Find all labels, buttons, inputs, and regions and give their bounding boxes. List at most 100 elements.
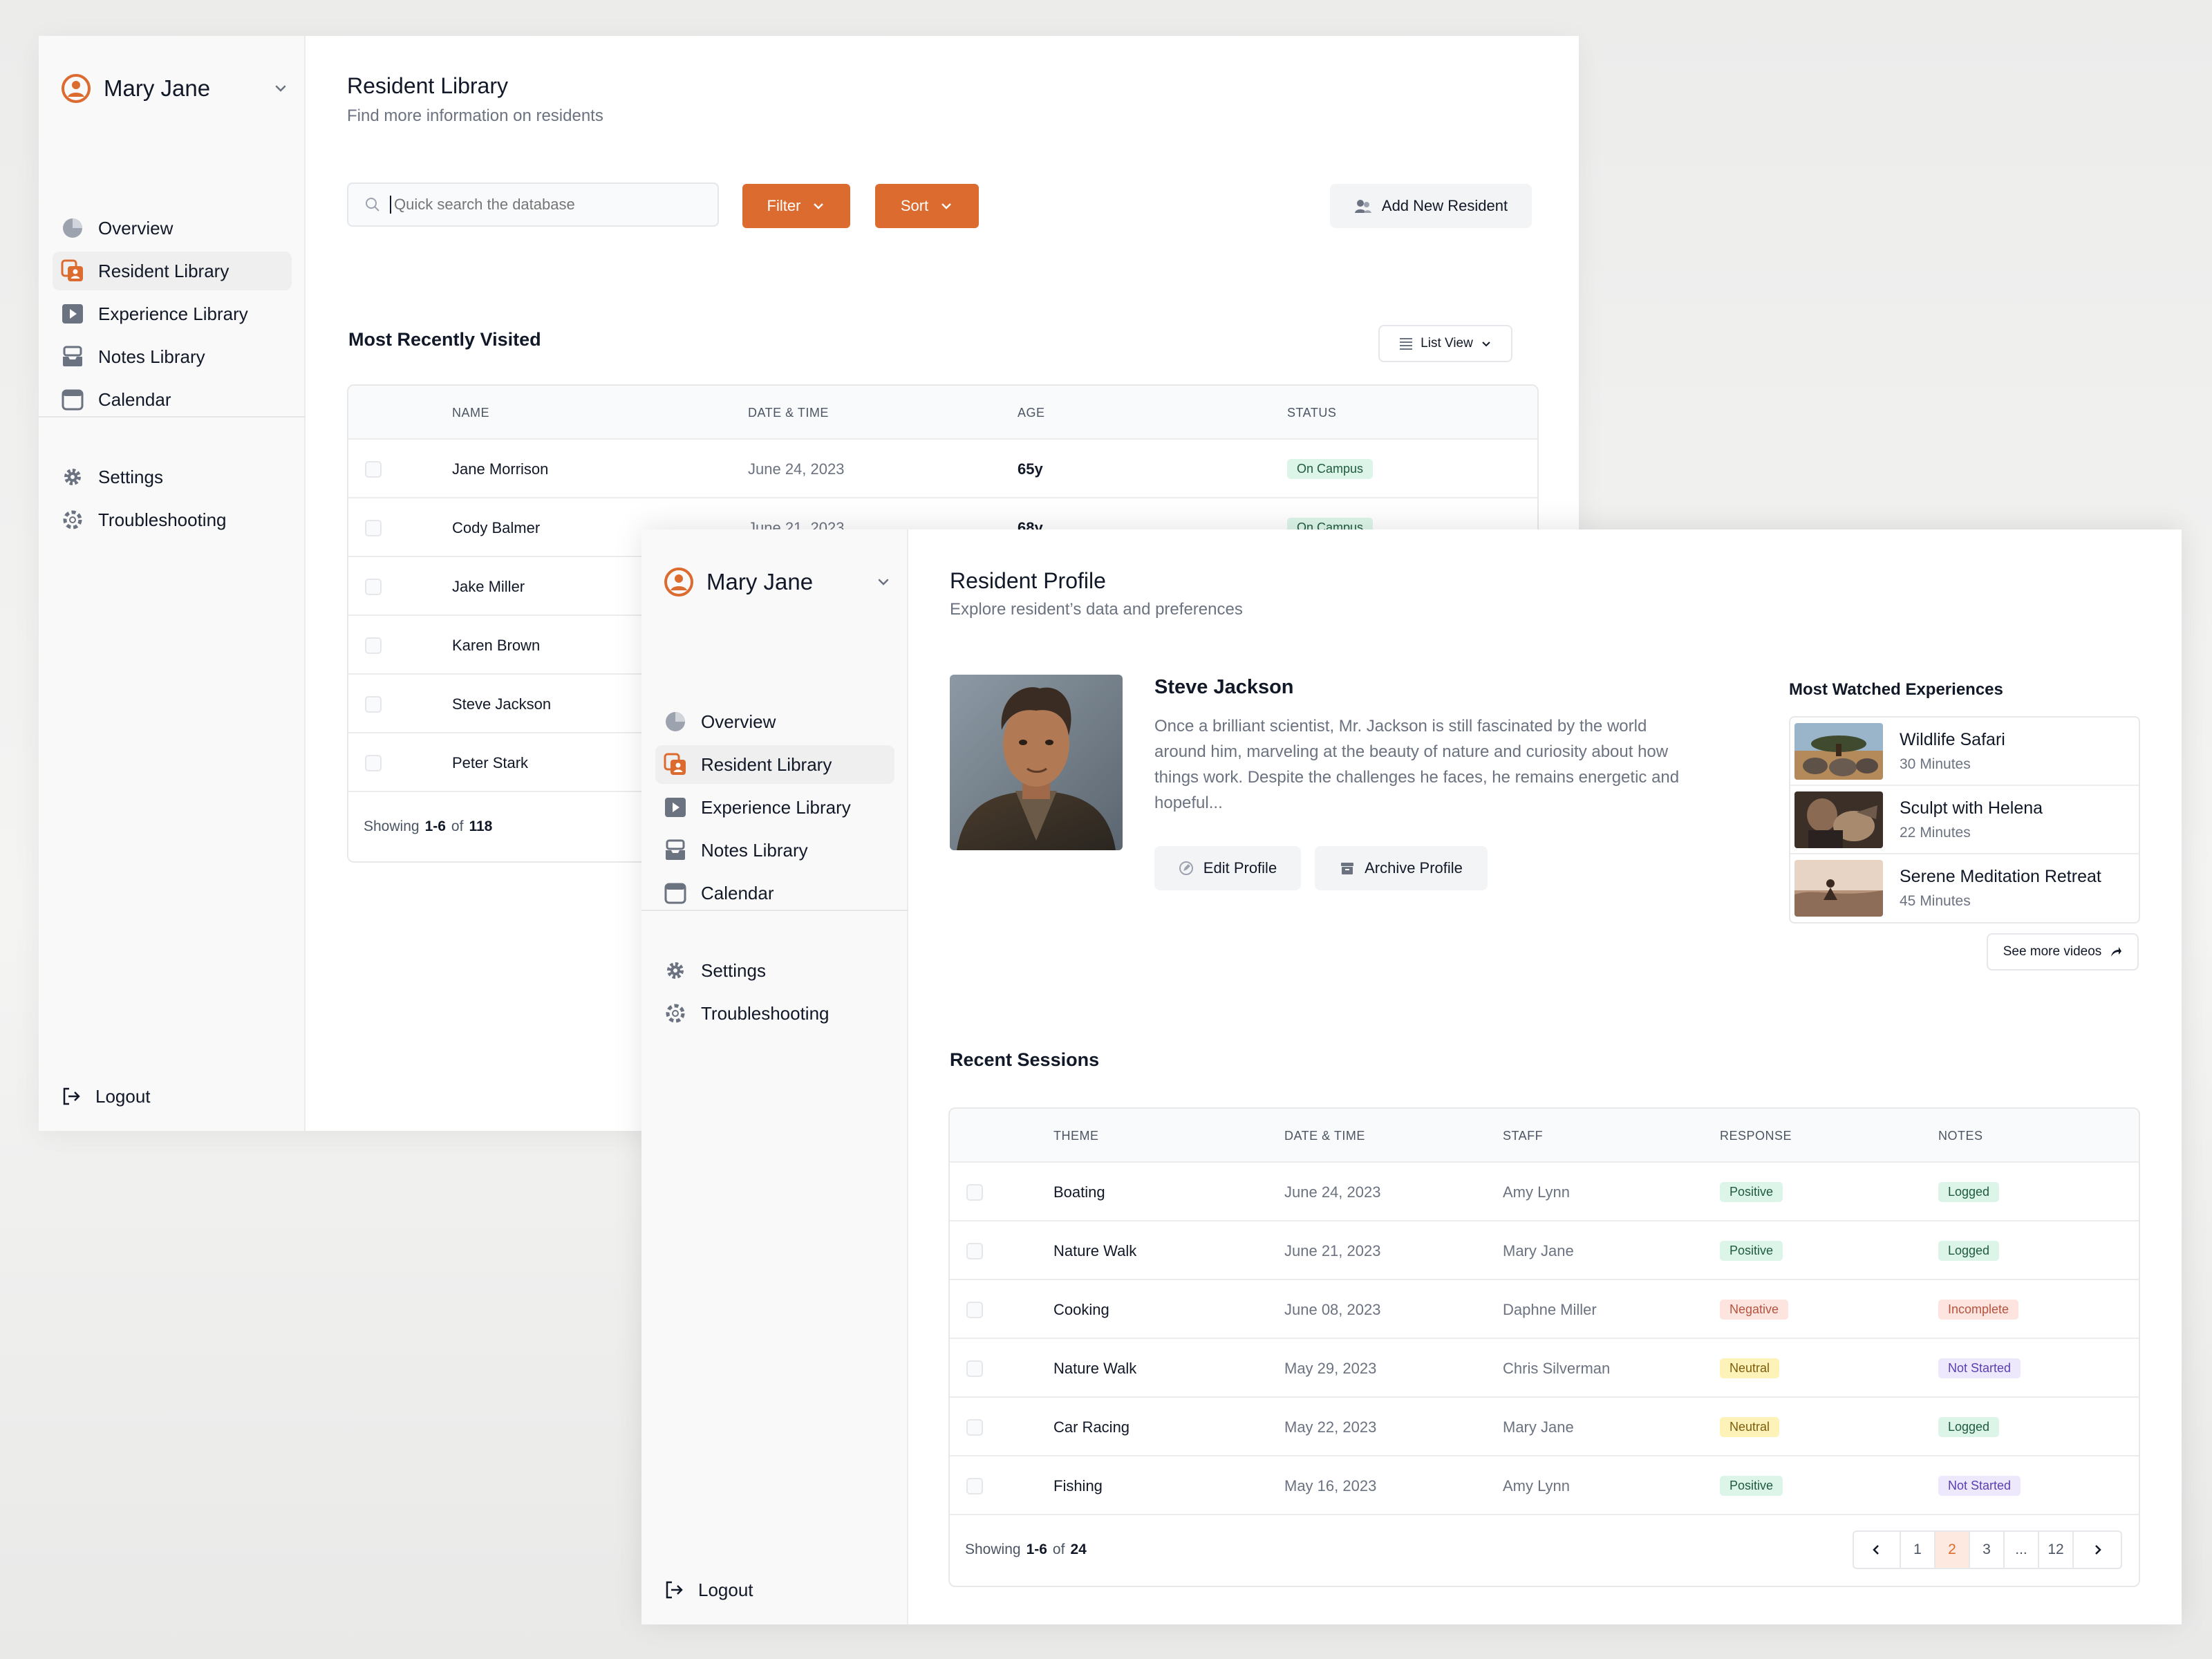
nav-label: Calendar: [98, 388, 171, 410]
session-date: June 21, 2023: [1284, 1241, 1381, 1259]
sessions-table: THEME DATE & TIME STAFF RESPONSE NOTES B…: [948, 1107, 2140, 1587]
table-header: NAME DATE & TIME AGE STATUS: [348, 386, 1537, 440]
row-checkbox[interactable]: [365, 754, 382, 771]
sort-button[interactable]: Sort: [875, 184, 979, 228]
logout-icon: [63, 1087, 80, 1105]
gear-icon: [664, 959, 687, 982]
response-badge: Neutral: [1720, 1358, 1780, 1378]
resident-name: Jake Miller: [452, 577, 525, 595]
sidebar: Mary Jane Overview Resident Library Expe…: [39, 36, 306, 1131]
table-row[interactable]: Fishing May 16, 2023 Amy Lynn Positive N…: [950, 1456, 2139, 1515]
row-checkbox[interactable]: [966, 1477, 983, 1494]
row-checkbox[interactable]: [365, 695, 382, 713]
notes-badge: Not Started: [1938, 1358, 2021, 1378]
column-header: AGE: [1018, 405, 1045, 420]
row-checkbox[interactable]: [365, 519, 382, 536]
resident-age: 65y: [1018, 460, 1043, 478]
primary-nav: Overview Resident Library Experience Lib…: [655, 702, 894, 917]
add-new-resident-button[interactable]: Add New Resident: [1330, 184, 1532, 228]
secondary-nav: Settings Troubleshooting: [53, 458, 292, 543]
see-more-videos-button[interactable]: See more videos: [1987, 933, 2139, 971]
edit-profile-button[interactable]: Edit Profile: [1154, 846, 1301, 890]
previous-page-button[interactable]: [1854, 1532, 1901, 1568]
page-button[interactable]: 1: [1901, 1532, 1936, 1568]
edit-icon: [1179, 861, 1193, 875]
user-name: Mary Jane: [104, 75, 211, 101]
nav-troubleshooting[interactable]: Troubleshooting: [655, 994, 894, 1033]
gear-icon: [61, 465, 84, 489]
nav-overview[interactable]: Overview: [655, 702, 894, 741]
filter-button[interactable]: Filter: [742, 184, 850, 228]
next-page-button[interactable]: [2074, 1532, 2121, 1568]
nav-troubleshooting[interactable]: Troubleshooting: [53, 500, 292, 539]
nav-overview[interactable]: Overview: [53, 209, 292, 247]
chevron-down-icon: [1482, 341, 1490, 347]
nav-experience-library[interactable]: Experience Library: [53, 294, 292, 333]
nav-resident-library[interactable]: Resident Library: [53, 252, 292, 290]
chevron-down-icon: [878, 579, 889, 585]
page-button[interactable]: 12: [2039, 1532, 2074, 1568]
nav-label: Settings: [98, 466, 163, 487]
archive-profile-button[interactable]: Archive Profile: [1315, 846, 1488, 890]
sort-label: Sort: [900, 197, 929, 214]
resident-library-icon: [664, 753, 687, 776]
session-theme: Cooking: [1053, 1300, 1109, 1318]
pie-chart-icon: [664, 710, 687, 733]
row-checkbox[interactable]: [966, 1301, 983, 1318]
row-checkbox[interactable]: [966, 1242, 983, 1259]
response-badge: Positive: [1720, 1476, 1783, 1496]
table-row[interactable]: Nature Walk June 21, 2023 Mary Jane Posi…: [950, 1221, 2139, 1280]
row-checkbox[interactable]: [966, 1360, 983, 1377]
showing-prefix: Showing: [364, 818, 420, 834]
user-avatar-icon: [664, 568, 693, 597]
list-icon: [1400, 338, 1413, 350]
nav-notes-library[interactable]: Notes Library: [53, 337, 292, 376]
session-staff: Mary Jane: [1503, 1241, 1574, 1259]
nav-calendar[interactable]: Calendar: [655, 874, 894, 912]
nav-label: Notes Library: [98, 346, 205, 367]
experience-duration: 30 Minutes: [1900, 756, 1971, 772]
user-menu[interactable]: Mary Jane: [664, 563, 892, 601]
logout-label: Logout: [698, 1579, 753, 1600]
column-header: DATE & TIME: [748, 405, 829, 420]
nav-settings[interactable]: Settings: [53, 458, 292, 496]
table-row[interactable]: Jane Morrison June 24, 2023 65y On Campu…: [348, 440, 1537, 498]
nav-experience-library[interactable]: Experience Library: [655, 788, 894, 827]
column-header: NOTES: [1938, 1128, 1983, 1143]
logout-button[interactable]: Logout: [61, 1077, 151, 1116]
row-checkbox[interactable]: [365, 460, 382, 478]
edit-profile-label: Edit Profile: [1203, 859, 1277, 877]
row-checkbox[interactable]: [365, 578, 382, 595]
table-row[interactable]: Cooking June 08, 2023 Daphne Miller Nega…: [950, 1280, 2139, 1339]
showing-of: of: [1052, 1541, 1065, 1557]
table-row[interactable]: Boating June 24, 2023 Amy Lynn Positive …: [950, 1163, 2139, 1221]
nav-label: Calendar: [701, 882, 774, 903]
experience-duration: 45 Minutes: [1900, 893, 1971, 909]
session-staff: Daphne Miller: [1503, 1300, 1597, 1318]
resident-name: Cody Balmer: [452, 518, 541, 536]
user-menu[interactable]: Mary Jane: [61, 69, 289, 108]
nav-notes-library[interactable]: Notes Library: [655, 831, 894, 870]
search-box[interactable]: [347, 182, 719, 227]
table-row[interactable]: Nature Walk May 29, 2023 Chris Silverman…: [950, 1339, 2139, 1398]
resident-profile-window: Mary Jane Overview Resident Library Expe…: [641, 529, 2182, 1624]
nav-settings[interactable]: Settings: [655, 951, 894, 990]
row-checkbox[interactable]: [365, 637, 382, 654]
page-title: Resident Library: [347, 73, 508, 98]
experience-item[interactable]: Sculpt with Helena 22 Minutes: [1790, 786, 2139, 854]
experience-duration: 22 Minutes: [1900, 825, 1971, 841]
page-button[interactable]: 3: [1970, 1532, 2005, 1568]
row-checkbox[interactable]: [966, 1418, 983, 1436]
list-view-dropdown[interactable]: List View: [1378, 325, 1512, 362]
experience-item[interactable]: Serene Meditation Retreat 45 Minutes: [1790, 854, 2139, 922]
row-checkbox[interactable]: [966, 1183, 983, 1201]
page-button-current[interactable]: 2: [1936, 1532, 1970, 1568]
showing-prefix: Showing: [965, 1541, 1021, 1557]
table-row[interactable]: Car Racing May 22, 2023 Mary Jane Neutra…: [950, 1398, 2139, 1456]
search-input[interactable]: [390, 196, 680, 214]
experience-item[interactable]: Wildlife Safari 30 Minutes: [1790, 718, 2139, 786]
showing-total: 118: [469, 818, 493, 834]
logout-button[interactable]: Logout: [664, 1571, 753, 1609]
nav-resident-library[interactable]: Resident Library: [655, 745, 894, 784]
nav-calendar[interactable]: Calendar: [53, 380, 292, 419]
